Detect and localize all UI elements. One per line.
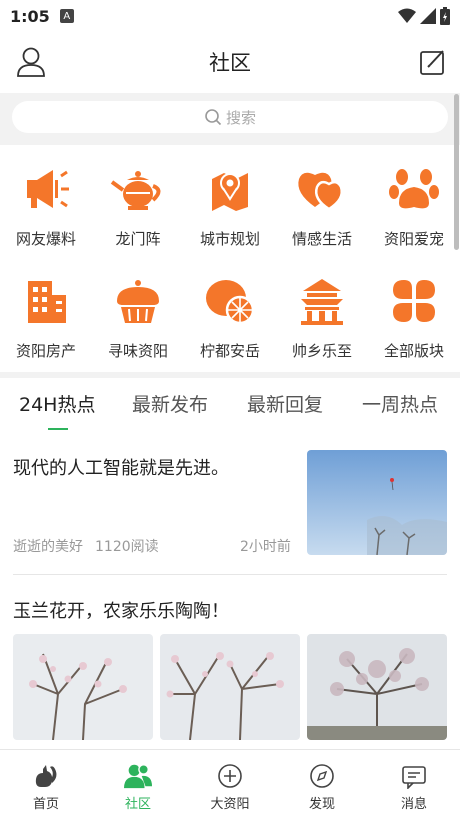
- tab-latest-replies[interactable]: 最新回复: [247, 390, 323, 417]
- lemon-icon: [201, 272, 259, 330]
- compass-icon: [308, 762, 336, 790]
- post-title: 现代的人工智能就是先进。: [13, 458, 229, 479]
- pavilion-icon: [293, 272, 351, 330]
- post-time: 2小时前: [240, 539, 291, 555]
- category-label: 资阳爱宠: [383, 230, 444, 248]
- category-label: 情感生活: [291, 230, 352, 248]
- post-reads: 1120阅读: [95, 539, 159, 555]
- search-icon: [205, 109, 222, 126]
- post-image-gallery: [13, 634, 447, 740]
- feed-tabs: 24H热点 最新发布 最新回复 一周热点: [0, 382, 460, 432]
- wifi-icon: [398, 8, 416, 23]
- post-meta: 逝逝的美好 1120阅读: [13, 536, 159, 556]
- nav-label: 消息: [400, 797, 427, 812]
- status-bar: 1:05 A: [0, 0, 460, 32]
- plus-circle-icon: [216, 762, 244, 790]
- category-label: 城市规划: [199, 230, 260, 248]
- profile-icon[interactable]: [14, 45, 48, 79]
- nav-item-community[interactable]: 社区: [92, 750, 184, 817]
- category-item-qinggan[interactable]: 情感生活: [276, 150, 368, 250]
- category-label: 资阳房产: [15, 342, 76, 360]
- category-label: 帅乡乐至: [291, 342, 352, 360]
- map-pin-icon: [201, 160, 259, 218]
- bottom-nav: 首页 社区 大资阳 发现 消息: [0, 749, 460, 817]
- category-item-longmenzhen[interactable]: 龙门阵: [92, 150, 184, 250]
- app-header: 社区: [0, 32, 460, 92]
- active-tab-indicator: [48, 428, 68, 430]
- category-item-lezhi[interactable]: 帅乡乐至: [276, 262, 368, 362]
- megaphone-icon: [17, 160, 75, 218]
- nav-label: 社区: [124, 797, 151, 812]
- section-divider: [0, 372, 460, 378]
- category-item-all-sections[interactable]: 全部版块: [368, 262, 460, 362]
- building-icon: [17, 272, 75, 330]
- category-label: 龙门阵: [115, 230, 161, 248]
- search-placeholder: 搜索: [225, 108, 256, 127]
- squirrel-icon: [32, 762, 60, 790]
- clover-icon: [385, 272, 443, 330]
- status-icons: [398, 7, 450, 25]
- tab-weekly-hot[interactable]: 一周热点: [362, 390, 438, 417]
- people-icon: [124, 762, 152, 790]
- battery-icon: [440, 7, 450, 25]
- signal-icon: [420, 8, 436, 24]
- post-author: 逝逝的美好: [13, 539, 83, 555]
- tab-24h-hot[interactable]: 24H热点: [19, 390, 95, 417]
- post-title[interactable]: 玉兰花开，农家乐乐陶陶！: [13, 597, 229, 623]
- category-item-wangyoubaoliao[interactable]: 网友爆料: [0, 150, 92, 250]
- nav-item-home[interactable]: 首页: [0, 750, 92, 817]
- post-card[interactable]: 现代的人工智能就是先进。 逝逝的美好 1120阅读 2小时前: [0, 440, 460, 570]
- compose-icon[interactable]: [418, 47, 448, 77]
- search-input[interactable]: 搜索: [12, 101, 448, 133]
- category-item-chengshiguihua[interactable]: 城市规划: [184, 150, 276, 250]
- paw-icon: [385, 160, 443, 218]
- notification-icon: A: [59, 9, 74, 23]
- nav-item-dazi-yang[interactable]: 大资阳: [184, 750, 276, 817]
- hearts-icon: [293, 160, 351, 218]
- category-label: 全部版块: [383, 342, 444, 360]
- nav-label: 发现: [308, 797, 335, 812]
- nav-label: 大资阳: [210, 797, 250, 812]
- nav-label: 首页: [32, 797, 59, 812]
- category-item-fangchan[interactable]: 资阳房产: [0, 262, 92, 362]
- category-item-chongwu[interactable]: 资阳爱宠: [368, 150, 460, 250]
- category-label: 寻味资阳: [107, 342, 168, 360]
- category-item-xunwei[interactable]: 寻味资阳: [92, 262, 184, 362]
- category-label: 网友爆料: [15, 230, 76, 248]
- post-image[interactable]: [13, 634, 153, 740]
- status-time: 1:05: [10, 6, 50, 26]
- nav-item-messages[interactable]: 消息: [368, 750, 460, 817]
- search-bar-container: 搜索: [0, 93, 460, 145]
- category-grid: 网友爆料 龙门阵 城市规划 情感生活 资阳爱宠 资阳房产 寻味资阳 柠都安岳 帅…: [0, 150, 460, 372]
- page-title: 社区: [209, 51, 251, 75]
- post-image[interactable]: [307, 634, 447, 740]
- category-item-anyue[interactable]: 柠都安岳: [184, 262, 276, 362]
- post-image[interactable]: [160, 634, 300, 740]
- category-label: 柠都安岳: [199, 342, 260, 360]
- post-thumbnail: [307, 450, 447, 555]
- nav-item-discover[interactable]: 发现: [276, 750, 368, 817]
- message-icon: [400, 762, 428, 790]
- tab-latest-posts[interactable]: 最新发布: [132, 390, 208, 417]
- teapot-icon: [109, 160, 167, 218]
- post-divider: [13, 574, 447, 575]
- cupcake-icon: [109, 272, 167, 330]
